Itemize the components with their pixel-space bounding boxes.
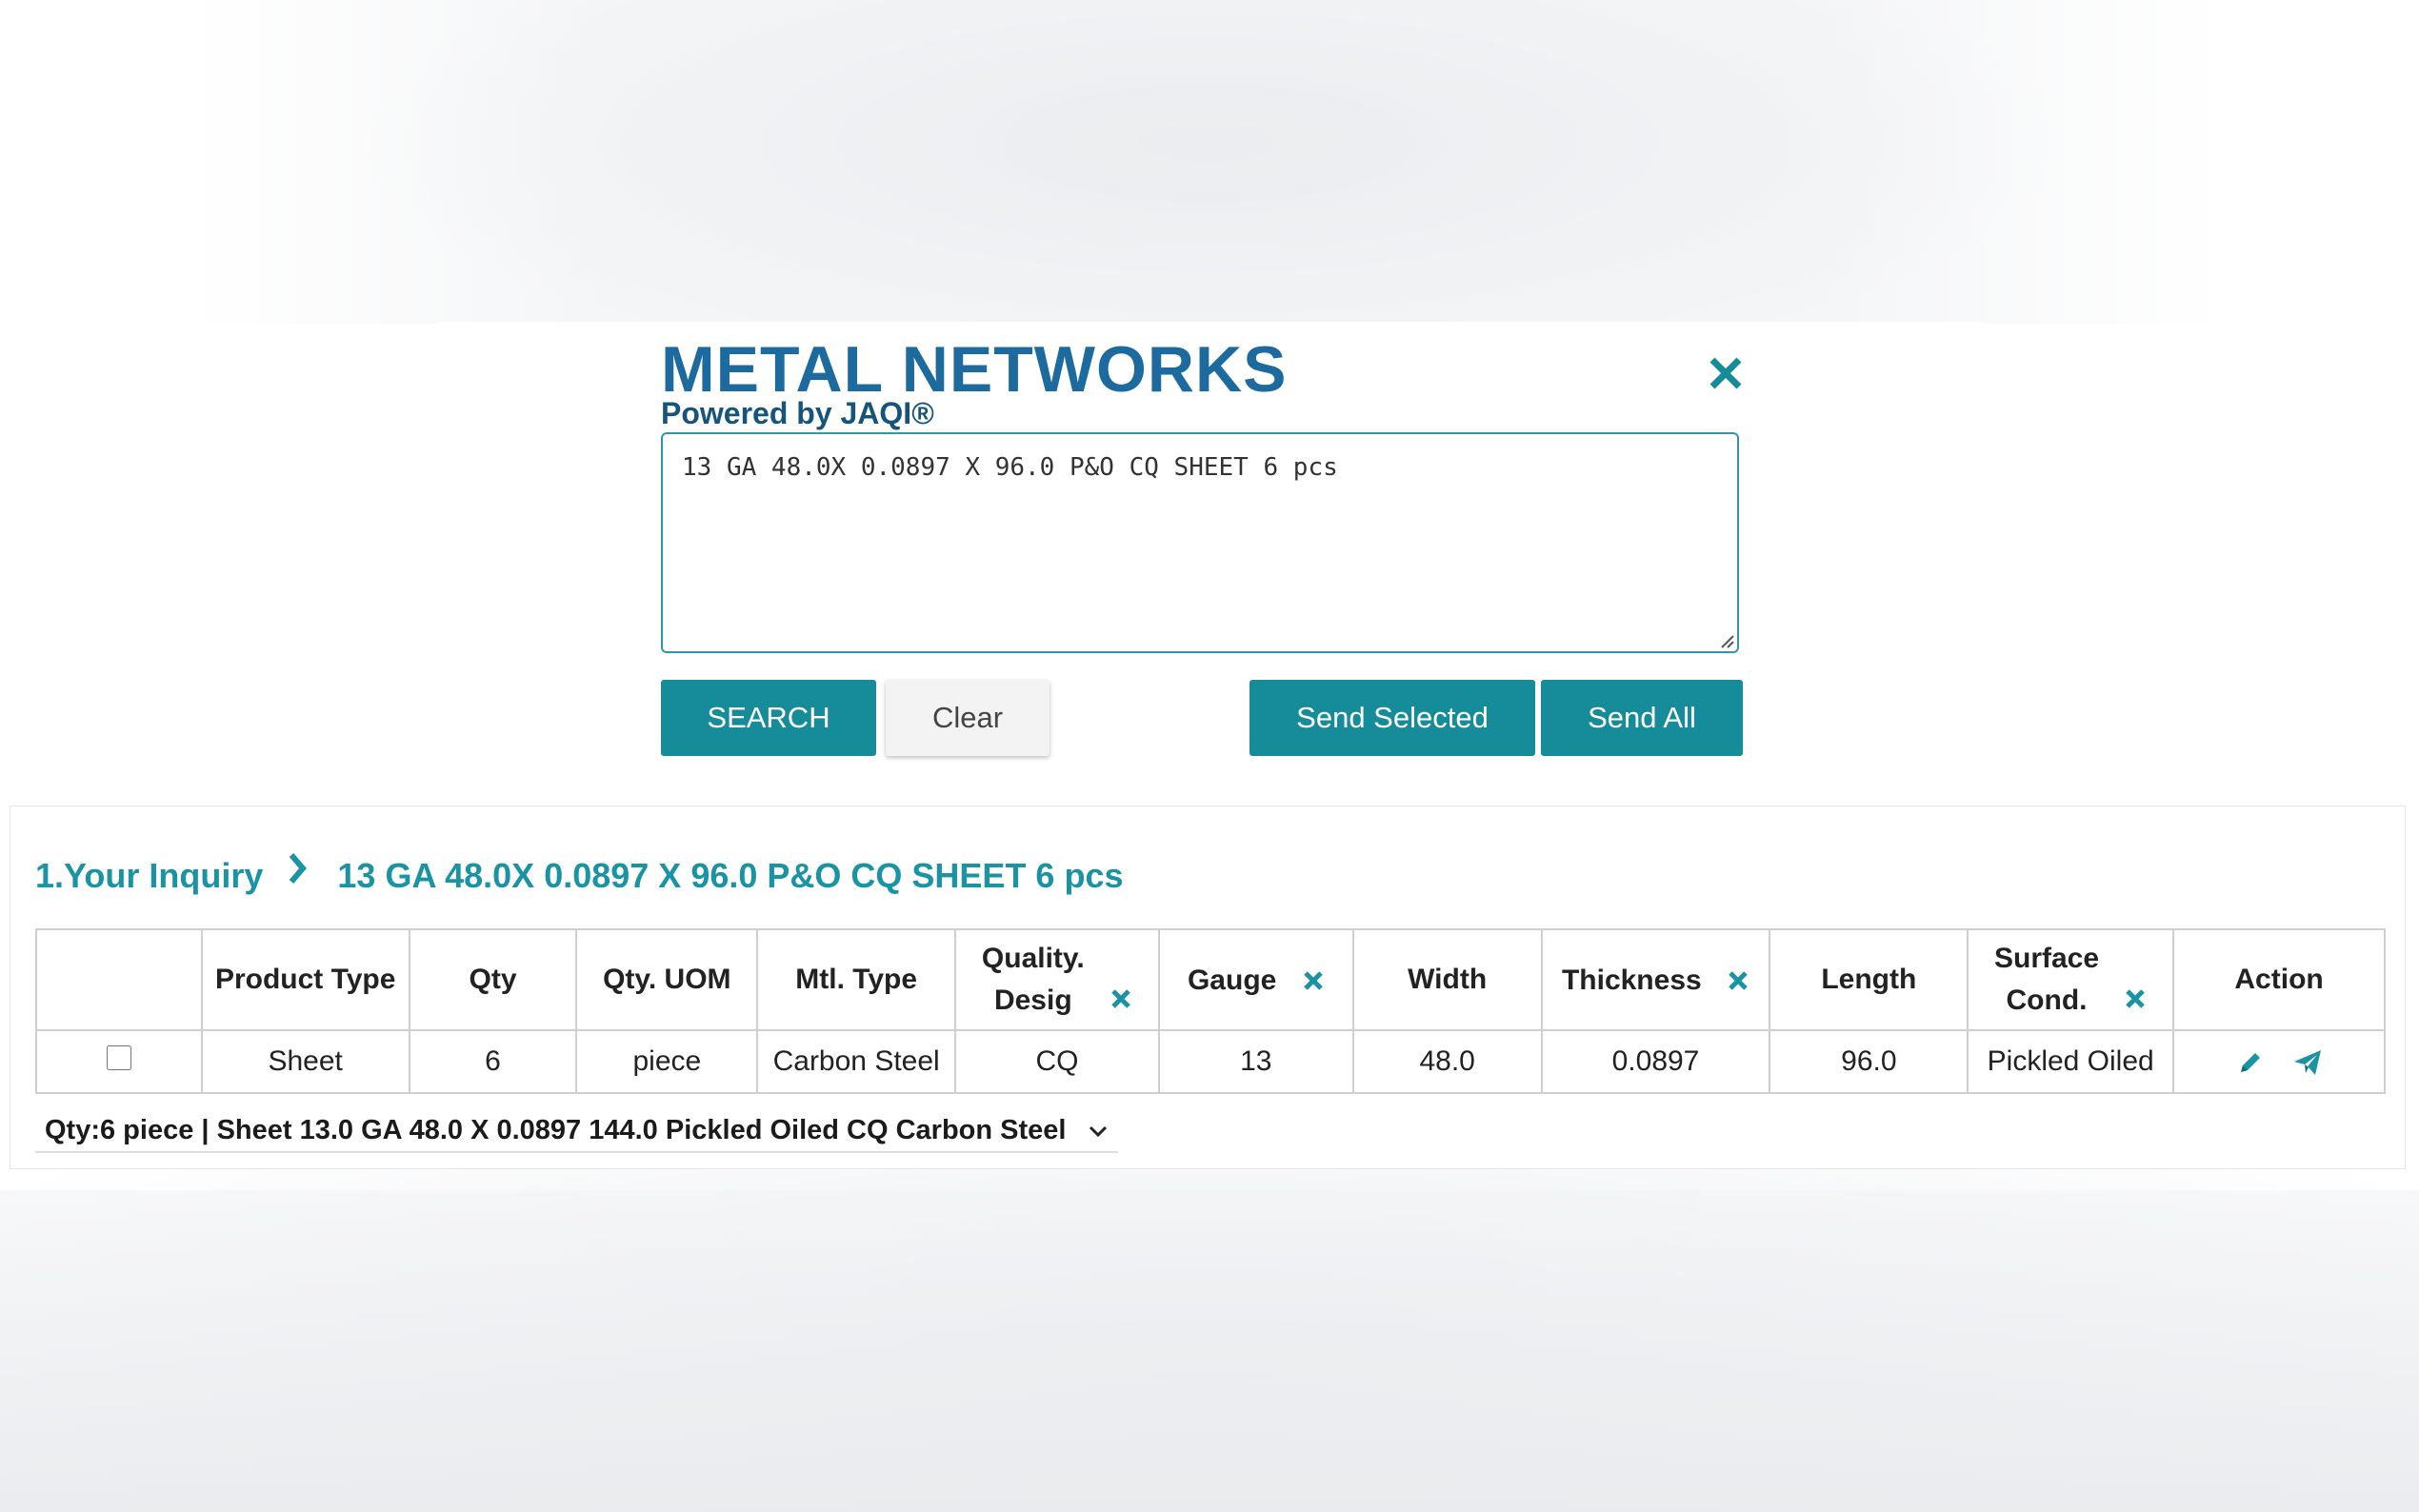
edit-pencil-icon[interactable] — [2235, 1047, 2266, 1078]
cell-select — [35, 1029, 203, 1094]
chevron-right-icon — [290, 853, 308, 884]
column-header-action: Action — [2172, 928, 2386, 1031]
breadcrumb-query: 13 GA 48.0X 0.0897 X 96.0 P&O CQ SHEET 6… — [337, 856, 1124, 896]
cell-gauge: 13 — [1157, 1029, 1354, 1094]
cell-mtl-type: Carbon Steel — [756, 1029, 957, 1094]
remove-thickness-icon[interactable] — [1727, 969, 1749, 992]
table-row: Sheet 6 piece Carbon Steel CQ 13 48.0 0.… — [35, 1029, 2386, 1094]
cell-qty: 6 — [408, 1029, 578, 1094]
logo-subtitle: Powered by JAQI® — [661, 396, 934, 430]
clear-button[interactable]: Clear — [886, 680, 1050, 756]
metal-networks-logo: METAL NETWORKS Powered by JAQI® — [661, 335, 1286, 430]
column-header-surface-cond: Surface Cond. — [1967, 928, 2175, 1031]
column-header-length: Length — [1769, 928, 1969, 1031]
surface-cond-label-line2: Cond. — [2006, 985, 2088, 1016]
column-header-width: Width — [1351, 928, 1543, 1031]
column-header-mtl-type: Mtl. Type — [756, 928, 957, 1031]
logo-title: METAL NETWORKS — [661, 333, 1288, 406]
column-header-quality-desig: Quality. Desig — [954, 928, 1160, 1031]
column-header-gauge: Gauge — [1157, 928, 1354, 1031]
background-top-band — [190, 0, 2229, 324]
surface-cond-label-line1: Surface — [1993, 943, 2100, 974]
column-header-select — [35, 928, 203, 1031]
result-summary-text: Qty:6 piece | Sheet 13.0 GA 48.0 X 0.089… — [45, 1115, 1067, 1145]
send-selected-button[interactable]: Send Selected — [1249, 680, 1535, 756]
send-plane-icon[interactable] — [2292, 1047, 2323, 1078]
column-header-qty-uom: Qty. UOM — [575, 928, 759, 1031]
results-table: Product Type Qty Qty. UOM Mtl. Type Qual… — [35, 928, 2386, 1094]
cell-quality-desig: CQ — [954, 1029, 1160, 1094]
cell-thickness: 0.0897 — [1540, 1029, 1771, 1094]
remove-gauge-icon[interactable] — [1302, 969, 1325, 992]
cell-width: 48.0 — [1351, 1029, 1543, 1094]
column-header-thickness: Thickness — [1540, 928, 1771, 1031]
background-bottom-band — [0, 1190, 2419, 1512]
cell-length: 96.0 — [1769, 1029, 1969, 1094]
resize-grip-icon[interactable] — [1718, 632, 1735, 649]
inquiry-textarea[interactable]: 13 GA 48.0X 0.0897 X 96.0 P&O CQ SHEET 6… — [661, 432, 1739, 653]
result-summary-toggle[interactable]: Qty:6 piece | Sheet 13.0 GA 48.0 X 0.089… — [35, 1111, 1118, 1153]
quality-desig-label-line1: Quality. — [981, 943, 1085, 974]
chevron-down-icon — [1089, 1126, 1107, 1138]
cell-surface-cond: Pickled Oiled — [1967, 1029, 2175, 1094]
remove-quality-desig-icon[interactable] — [1110, 987, 1132, 1010]
cell-product-type: Sheet — [200, 1029, 410, 1094]
cell-action — [2172, 1029, 2386, 1094]
breadcrumb: 1.Your Inquiry 13 GA 48.0X 0.0897 X 96.0… — [35, 850, 1124, 898]
row-select-checkbox[interactable] — [106, 1045, 131, 1070]
close-icon[interactable] — [1703, 350, 1749, 396]
remove-surface-cond-icon[interactable] — [2124, 987, 2147, 1010]
column-header-qty: Qty — [408, 928, 578, 1031]
result-panel: 1.Your Inquiry 13 GA 48.0X 0.0897 X 96.0… — [10, 806, 2406, 1169]
search-modal: METAL NETWORKS Powered by JAQI® 13 GA 48… — [436, 322, 1983, 779]
quality-desig-label-line2: Desig — [993, 985, 1072, 1016]
table-header-row: Product Type Qty Qty. UOM Mtl. Type Qual… — [35, 928, 2386, 1031]
breadcrumb-label[interactable]: 1.Your Inquiry — [35, 852, 263, 900]
cell-qty-uom: piece — [575, 1029, 759, 1094]
search-button[interactable]: SEARCH — [661, 680, 876, 756]
column-header-product-type: Product Type — [200, 928, 410, 1031]
send-all-button[interactable]: Send All — [1541, 680, 1743, 756]
